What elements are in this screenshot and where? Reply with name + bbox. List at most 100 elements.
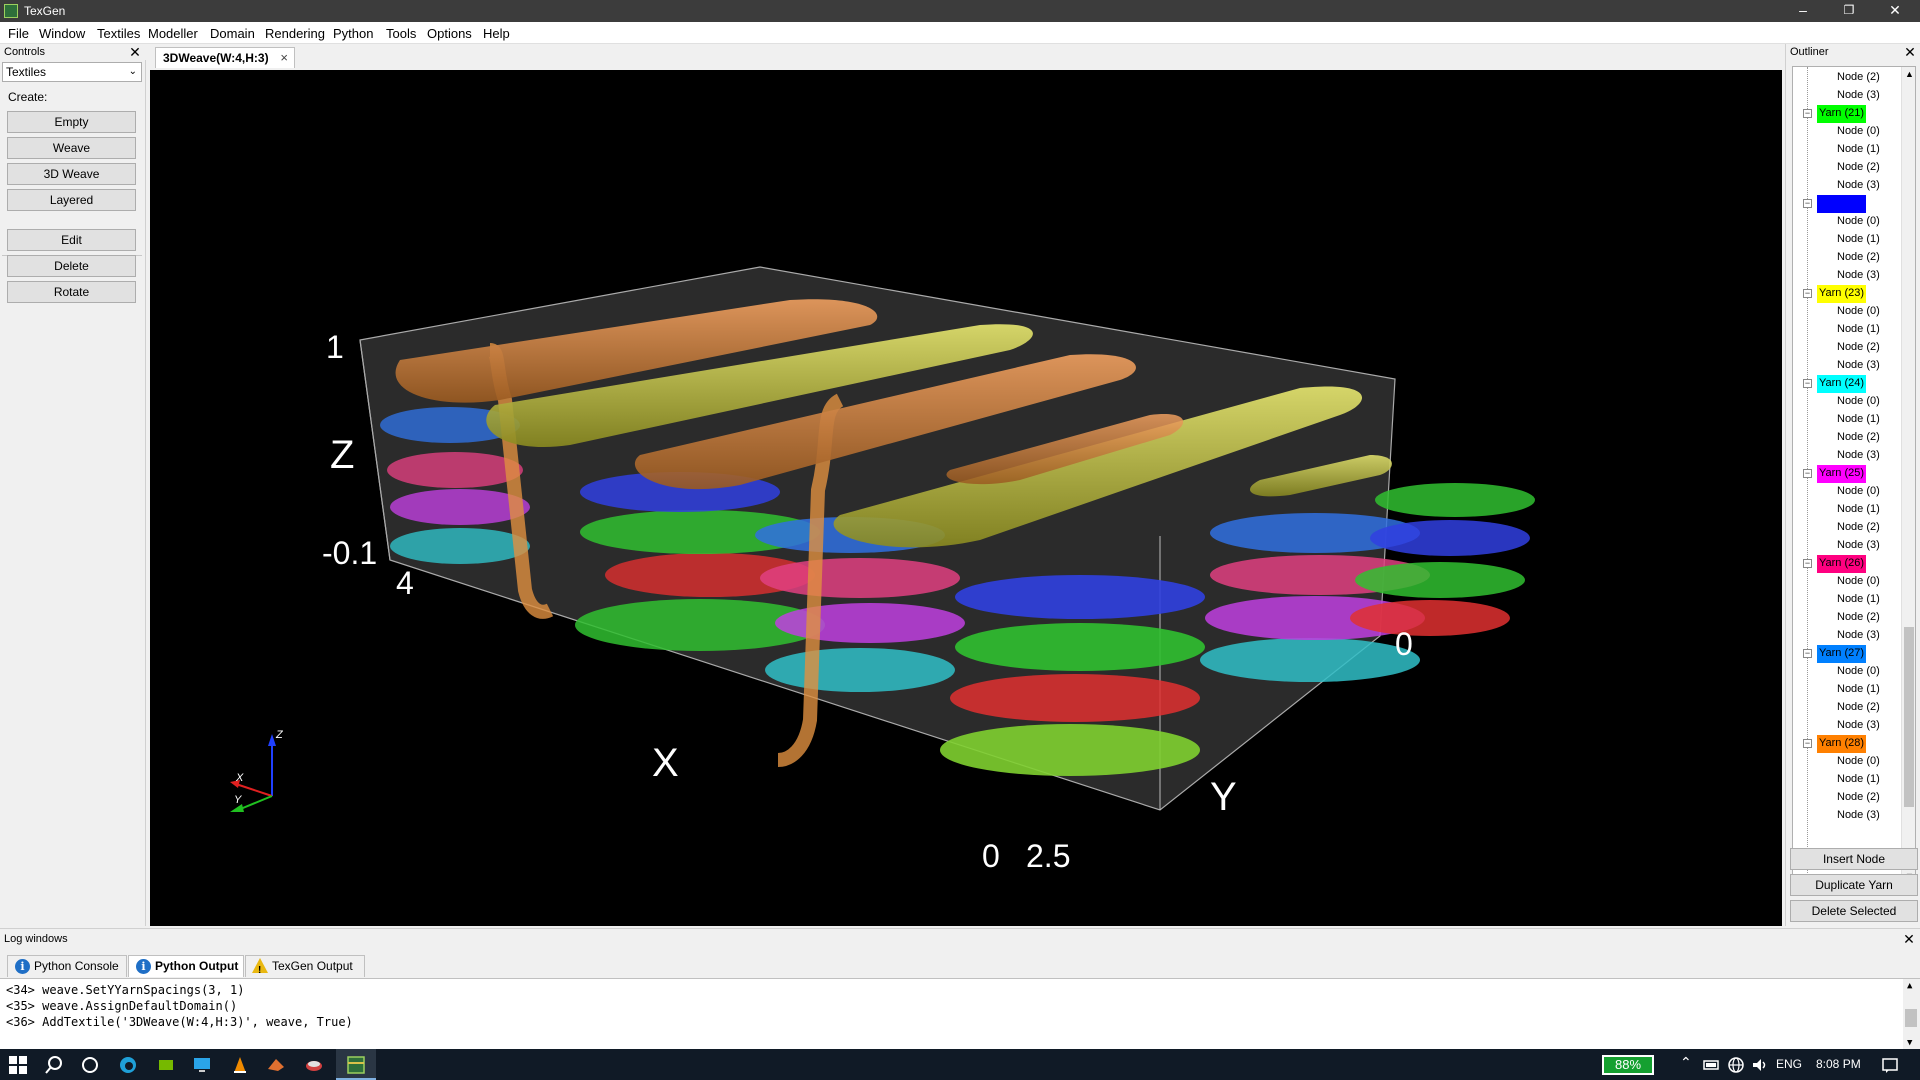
notifications-icon[interactable] [1880, 1055, 1900, 1075]
scroll-down-icon[interactable]: ▼ [1907, 1038, 1912, 1048]
delete-button[interactable]: Delete [7, 255, 136, 277]
menu-rendering[interactable]: Rendering [265, 26, 325, 41]
edit-button[interactable]: Edit [7, 229, 136, 251]
tab-texgen-output[interactable]: ! TexGen Output [245, 955, 365, 977]
matlab-icon[interactable] [266, 1055, 286, 1075]
search-icon[interactable] [44, 1055, 64, 1075]
restore-button[interactable]: ❐ [1826, 0, 1872, 22]
minimize-button[interactable]: – [1780, 0, 1826, 22]
controls-close-icon[interactable]: ✕ [128, 45, 142, 59]
menu-options[interactable]: Options [427, 26, 472, 41]
tab-close-icon[interactable]: × [280, 48, 288, 68]
tree-node-item[interactable]: Node (1) [1837, 321, 1880, 339]
log-close-icon[interactable]: ✕ [1902, 932, 1916, 946]
collapse-toggle-icon[interactable]: − [1803, 739, 1812, 748]
scroll-up-icon[interactable]: ▲ [1907, 981, 1912, 991]
tree-node-item[interactable]: Node (1) [1837, 681, 1880, 699]
tree-node-item[interactable]: Node (0) [1837, 483, 1880, 501]
collapse-toggle-icon[interactable]: − [1803, 379, 1812, 388]
collapse-toggle-icon[interactable]: − [1803, 109, 1812, 118]
tree-node-item[interactable]: Node (3) [1837, 717, 1880, 735]
tree-node-item[interactable]: Node (0) [1837, 663, 1880, 681]
tree-node-item[interactable]: Node (3) [1837, 177, 1880, 195]
tree-node-item[interactable]: Node (3) [1837, 447, 1880, 465]
tree-node-item[interactable]: Node (1) [1837, 771, 1880, 789]
tree-yarn-item[interactable]: Yarn (28) [1817, 735, 1867, 753]
tree-node-item[interactable]: Node (0) [1837, 753, 1880, 771]
tree-node-item[interactable]: Node (2) [1837, 159, 1880, 177]
tree-node-item[interactable]: Node (3) [1837, 807, 1880, 825]
tree-node-item[interactable]: Node (2) [1837, 339, 1880, 357]
close-window-button[interactable]: ✕ [1872, 0, 1918, 22]
tree-node-item[interactable]: Node (2) [1837, 789, 1880, 807]
rotate-button[interactable]: Rotate [7, 281, 136, 303]
computer-icon[interactable] [192, 1055, 212, 1075]
3d-weave-button[interactable]: 3D Weave [7, 163, 136, 185]
tree-node-item[interactable]: Node (2) [1837, 609, 1880, 627]
edge-browser-icon[interactable] [118, 1055, 138, 1075]
tree-yarn-item[interactable]: Yarn (25) [1817, 465, 1867, 483]
menu-tools[interactable]: Tools [386, 26, 416, 41]
delete-selected-button[interactable]: Delete Selected [1790, 900, 1918, 922]
render-viewport[interactable]: Z X Y 1 -0.1 4 0 0 2.5 Z X Y [150, 70, 1782, 926]
tree-node-item[interactable]: Node (3) [1837, 357, 1880, 375]
tree-node-item[interactable]: Node (2) [1837, 699, 1880, 717]
network-globe-icon[interactable] [1726, 1055, 1746, 1075]
outliner-tree[interactable]: ▲ ▼ Node (2)Node (3)−Yarn (21)Node (0)No… [1792, 66, 1916, 884]
collapse-toggle-icon[interactable]: − [1803, 289, 1812, 298]
log-scroll-thumb[interactable] [1905, 1009, 1917, 1027]
collapse-toggle-icon[interactable]: − [1803, 469, 1812, 478]
weave-button[interactable]: Weave [7, 137, 136, 159]
log-scrollbar[interactable]: ▲ ▼ [1903, 979, 1920, 1050]
category-select[interactable]: Textiles ⌄ [2, 62, 142, 82]
nvidia-icon[interactable] [156, 1055, 176, 1075]
tree-node-item[interactable]: Node (0) [1837, 303, 1880, 321]
menu-help[interactable]: Help [483, 26, 510, 41]
collapse-toggle-icon[interactable]: − [1803, 559, 1812, 568]
tree-node-item[interactable]: Node (1) [1837, 501, 1880, 519]
texgen-taskbar-button[interactable] [336, 1049, 376, 1080]
volume-icon[interactable] [1750, 1055, 1770, 1075]
battery-indicator[interactable]: 88% [1602, 1055, 1654, 1075]
tree-node-item[interactable]: Node (1) [1837, 591, 1880, 609]
duplicate-yarn-button[interactable]: Duplicate Yarn [1790, 874, 1918, 896]
outliner-scroll-thumb[interactable] [1904, 627, 1914, 807]
tab-python-console[interactable]: i Python Console [7, 955, 127, 977]
tree-node-item[interactable]: Node (2) [1837, 249, 1880, 267]
tree-node-item[interactable]: Node (0) [1837, 213, 1880, 231]
tree-node-item[interactable]: Node (2) [1837, 69, 1880, 87]
tree-yarn-item[interactable]: Yarn (26) [1817, 555, 1867, 573]
menu-modeller[interactable]: Modeller [148, 26, 198, 41]
tree-node-item[interactable]: Node (1) [1837, 141, 1880, 159]
outliner-scrollbar[interactable]: ▲ ▼ [1901, 67, 1915, 883]
tree-node-item[interactable]: Node (0) [1837, 393, 1880, 411]
tree-yarn-item[interactable]: Yarn (23) [1817, 285, 1867, 303]
tree-node-item[interactable]: Node (1) [1837, 231, 1880, 249]
tray-chevron-icon[interactable]: ⌃ [1680, 1054, 1692, 1071]
menu-file[interactable]: File [8, 26, 29, 41]
tree-node-item[interactable]: Node (3) [1837, 87, 1880, 105]
menu-window[interactable]: Window [39, 26, 85, 41]
tree-node-item[interactable]: Node (1) [1837, 411, 1880, 429]
tree-yarn-item[interactable]: Yarn (22) [1817, 195, 1867, 213]
app-icon[interactable] [304, 1055, 324, 1075]
empty-button[interactable]: Empty [7, 111, 136, 133]
tree-node-item[interactable]: Node (2) [1837, 519, 1880, 537]
collapse-toggle-icon[interactable]: − [1803, 649, 1812, 658]
battery-icon[interactable] [1702, 1055, 1722, 1075]
layered-button[interactable]: Layered [7, 189, 136, 211]
menu-domain[interactable]: Domain [210, 26, 255, 41]
menu-python[interactable]: Python [333, 26, 373, 41]
tree-node-item[interactable]: Node (2) [1837, 429, 1880, 447]
tree-node-item[interactable]: Node (0) [1837, 573, 1880, 591]
log-output-text[interactable]: <34> weave.SetYYarnSpacings(3, 1) <35> w… [0, 978, 1920, 1050]
outliner-close-icon[interactable]: ✕ [1903, 45, 1917, 59]
scroll-up-icon[interactable]: ▲ [1905, 69, 1914, 79]
tree-node-item[interactable]: Node (3) [1837, 267, 1880, 285]
tab-3dweave[interactable]: 3DWeave(W:4,H:3) × [155, 47, 295, 68]
language-indicator[interactable]: ENG [1776, 1057, 1802, 1071]
insert-node-button[interactable]: Insert Node [1790, 848, 1918, 870]
tree-yarn-item[interactable]: Yarn (27) [1817, 645, 1867, 663]
tree-node-item[interactable]: Node (0) [1837, 123, 1880, 141]
tree-node-item[interactable]: Node (3) [1837, 627, 1880, 645]
